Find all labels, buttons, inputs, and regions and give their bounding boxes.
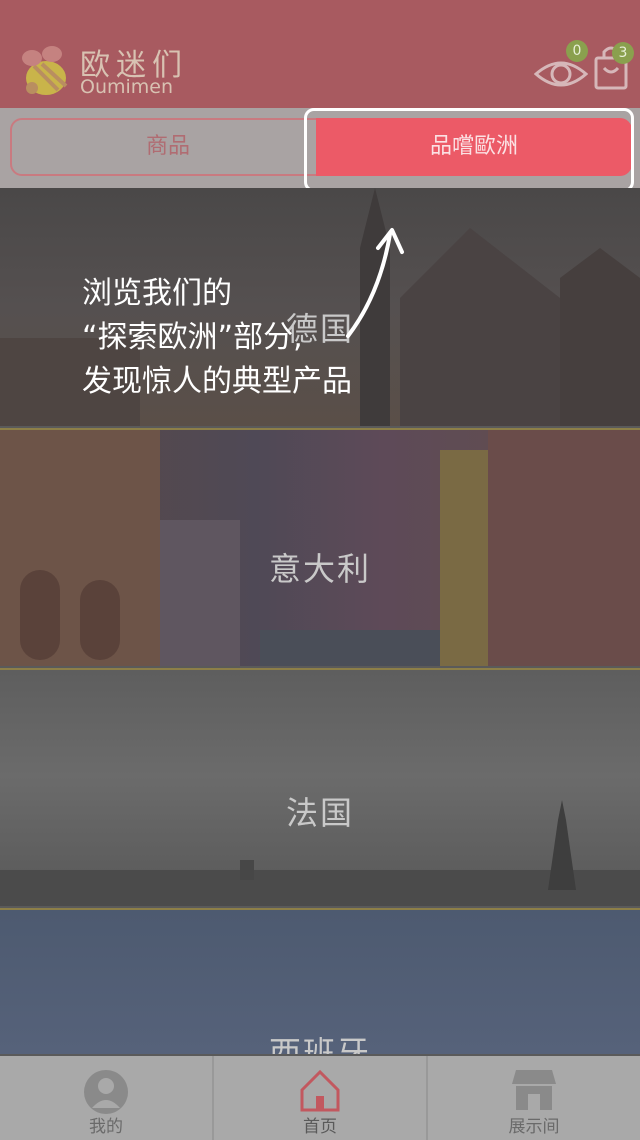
nav-home-label: 首页 bbox=[303, 1117, 337, 1137]
home-icon bbox=[300, 1069, 340, 1112]
app-header: 欧迷们 Oumimen 0 3 bbox=[0, 0, 640, 108]
nav-showroom-label: 展示间 bbox=[508, 1117, 560, 1137]
country-italy: 意大利 bbox=[268, 550, 371, 588]
hint-line-2: “探索欧洲”部分, bbox=[82, 320, 303, 355]
nav-showroom[interactable]: 展示间 bbox=[428, 1056, 640, 1140]
bottom-nav: 我的 首页 展示间 bbox=[0, 1056, 640, 1140]
cart-badge: 3 bbox=[612, 42, 634, 64]
bee-logo-icon bbox=[22, 46, 68, 95]
country-panel-spain[interactable]: 西班牙 bbox=[0, 908, 640, 1054]
country-panel-italy[interactable]: 意大利 bbox=[0, 428, 640, 666]
tab-highlight-frame bbox=[304, 108, 634, 192]
country-spain: 西班牙 bbox=[268, 1034, 371, 1054]
cart-button[interactable]: 3 bbox=[592, 40, 636, 94]
hint-line-3: 发现惊人的典型产品 bbox=[82, 364, 352, 399]
nav-mine[interactable]: 我的 bbox=[0, 1056, 212, 1140]
user-avatar-icon bbox=[84, 1070, 128, 1114]
country-france: 法国 bbox=[285, 794, 354, 832]
eye-badge: 0 bbox=[566, 40, 588, 62]
nav-mine-label: 我的 bbox=[89, 1117, 123, 1137]
brand-name-en: Oumimen bbox=[80, 76, 174, 98]
hint-line-1: 浏览我们的 bbox=[82, 276, 232, 311]
country-panel-france[interactable]: 法国 bbox=[0, 668, 640, 906]
tab-goods[interactable]: 商品 bbox=[10, 118, 326, 176]
view-history-button[interactable]: 0 bbox=[533, 40, 589, 98]
store-icon bbox=[512, 1070, 556, 1110]
onboarding-hint: 浏览我们的 “探索欧洲”部分, 发现惊人的典型产品 bbox=[82, 272, 352, 404]
nav-home[interactable]: 首页 bbox=[214, 1056, 426, 1140]
